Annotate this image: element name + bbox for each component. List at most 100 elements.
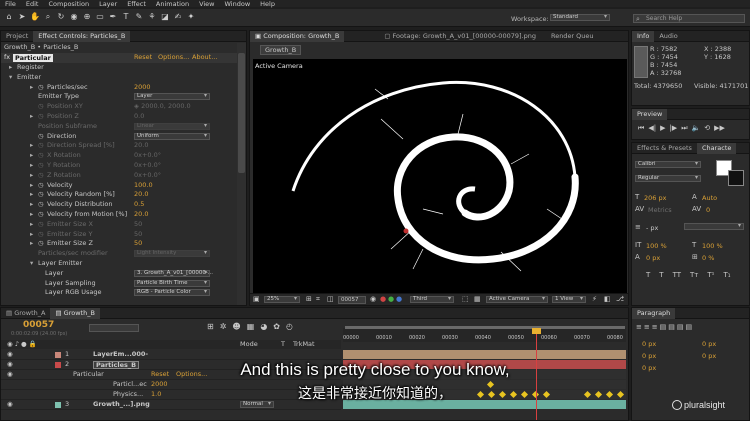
puppet-tool-icon[interactable]: ✦	[186, 12, 196, 22]
effect-property-value[interactable]: 0x+0.0°	[134, 171, 161, 181]
subscript-icon[interactable]: T₁	[723, 271, 730, 279]
effect-property-row[interactable]: Layer 3. Growth_A_v01_[00000-...	[1, 269, 236, 279]
camera-tool-icon[interactable]: ◉	[69, 12, 79, 22]
effect-property-value[interactable]: 100.0	[134, 181, 153, 191]
play-icon[interactable]: ▶	[660, 124, 665, 133]
menu-composition[interactable]: Composition	[43, 0, 94, 8]
expand-triangle-icon[interactable]: ▸	[30, 161, 33, 171]
tab-audio[interactable]: Audio	[654, 31, 682, 42]
expand-triangle-icon[interactable]: ▸	[30, 141, 33, 151]
effect-property-value[interactable]: ◈ 2000.0, 2000.0	[134, 102, 191, 112]
effect-property-row[interactable]: Layer Sampling Particle Birth Time	[1, 279, 236, 289]
roto-tool-icon[interactable]: ✍	[173, 12, 183, 22]
selection-tool-icon[interactable]: ➤	[17, 12, 27, 22]
time-ruler[interactable]: 00000 00010 00020 00030 00040 00050 00060 00070…	[343, 328, 626, 342]
justify-left-icon[interactable]: ▤	[660, 323, 667, 331]
work-area-bar[interactable]	[345, 326, 625, 329]
snapshot-icon[interactable]: ◫	[327, 295, 334, 303]
expand-triangle-icon[interactable]: ▸	[30, 181, 33, 191]
tab-footage[interactable]: ▢ Footage: Growth_A_v01_[00000-00079].pn…	[344, 31, 541, 42]
stopwatch-icon[interactable]: ◷	[38, 132, 44, 142]
effect-property-row[interactable]: ▸ ◷ Position Z 0.0	[1, 112, 236, 122]
tsume-value[interactable]: 0 %	[702, 254, 714, 262]
menu-layer[interactable]: Layer	[94, 0, 122, 8]
stopwatch-icon[interactable]: ◷	[38, 200, 44, 210]
channel-green-icon[interactable]: ●	[388, 295, 394, 303]
effect-property-row[interactable]: ◷ Direction Uniform	[1, 132, 236, 142]
indent-right-value[interactable]: 0 px	[702, 340, 716, 348]
align-right-icon[interactable]: ≡	[652, 323, 658, 331]
effect-about-link[interactable]: About...	[192, 53, 217, 63]
stroke-style-dropdown[interactable]	[684, 223, 744, 230]
stopwatch-icon[interactable]: ◷	[38, 102, 44, 112]
zoom-tool-icon[interactable]: ⌕	[43, 12, 53, 22]
kerning-value[interactable]: Metrics	[648, 206, 672, 214]
expand-triangle-icon[interactable]: ▸	[30, 151, 33, 161]
clone-tool-icon[interactable]: ⚘	[147, 12, 157, 22]
effect-property-dropdown[interactable]: Particle Birth Time	[134, 279, 210, 287]
justify-center-icon[interactable]: ▤	[668, 323, 675, 331]
effect-options-link[interactable]: Options...	[158, 53, 189, 63]
expand-triangle-icon[interactable]: ▾	[30, 259, 33, 269]
effect-property-row[interactable]: ▸ ◷ Velocity Random [%] 20.0	[1, 190, 236, 200]
effect-property-row[interactable]: ▸ ◷ Emitter Size Y 50	[1, 230, 236, 240]
tracking-value[interactable]: 0	[706, 206, 710, 214]
effect-property-dropdown[interactable]: RGB - Particle Color	[134, 289, 210, 297]
tab-effect-controls[interactable]: Effect Controls: Particles_B	[33, 31, 131, 42]
last-frame-icon[interactable]: ⏭	[681, 124, 687, 133]
fast-preview-icon[interactable]: ⚡	[592, 295, 597, 303]
vscale-value[interactable]: 100 %	[646, 242, 667, 250]
viewer-subtab[interactable]: Growth_B	[260, 45, 302, 55]
loop-icon[interactable]: ⟲	[704, 124, 710, 133]
brush-tool-icon[interactable]: ✎	[134, 12, 144, 22]
effect-property-dropdown[interactable]: Uniform	[134, 132, 210, 140]
indent-value[interactable]: - px	[646, 224, 658, 232]
effect-name-box[interactable]: Particular	[13, 54, 53, 62]
superscript-icon[interactable]: T¹	[707, 271, 714, 279]
effect-property-row[interactable]: Position Subframe Linear	[1, 122, 236, 132]
expand-triangle-icon[interactable]: ▸	[30, 190, 33, 200]
align-left-icon[interactable]: ≡	[636, 323, 642, 331]
stopwatch-icon[interactable]: ◷	[38, 141, 44, 151]
effect-property-dropdown[interactable]: Light Intensity	[134, 250, 210, 258]
effect-controls-scrollbar[interactable]	[237, 43, 246, 305]
home-tool-icon[interactable]: ⌂	[4, 12, 14, 22]
effect-property-row[interactable]: ▸ Register	[1, 63, 236, 73]
effect-property-row[interactable]: ▸ ◷ Velocity Distribution 0.5	[1, 200, 236, 210]
first-frame-icon[interactable]: ⏮	[638, 124, 644, 133]
hscale-value[interactable]: 100 %	[702, 242, 723, 250]
effect-property-value[interactable]: 20.0	[134, 141, 148, 151]
tab-effects-presets[interactable]: Effects & Presets	[632, 143, 697, 154]
comp-mini-flowchart-icon[interactable]: ⊞	[207, 322, 214, 331]
motion-blur-icon[interactable]: ◕	[260, 322, 267, 331]
effect-property-dropdown[interactable]: Layer	[134, 93, 210, 101]
small-caps-icon[interactable]: Tᴛ	[690, 271, 698, 279]
effect-property-value[interactable]: 0x+0.0°	[134, 151, 161, 161]
font-family-dropdown[interactable]: Calibri	[635, 161, 701, 168]
space-before-value[interactable]: 0 px	[642, 352, 656, 360]
effect-property-value[interactable]: 50	[134, 239, 142, 249]
timeline-search[interactable]	[89, 324, 139, 332]
draft-3d-icon[interactable]: ✲	[220, 322, 227, 331]
channel-blue-icon[interactable]: ●	[396, 295, 402, 303]
stopwatch-icon[interactable]: ◷	[38, 230, 44, 240]
tab-growth-a[interactable]: ▤ Growth_A	[1, 308, 50, 319]
pan-behind-tool-icon[interactable]: ⊕	[82, 12, 92, 22]
expand-triangle-icon[interactable]: ▸	[30, 112, 33, 122]
roi-icon[interactable]: ⬚	[462, 295, 469, 303]
effect-property-value[interactable]: 20.0	[134, 190, 148, 200]
rotation-tool-icon[interactable]: ↻	[56, 12, 66, 22]
menu-edit[interactable]: Edit	[21, 0, 44, 8]
expand-triangle-icon[interactable]: ▸	[30, 200, 33, 210]
tab-render-queue[interactable]: Render Queu	[541, 31, 599, 42]
stopwatch-icon[interactable]: ◷	[38, 181, 44, 191]
first-line-indent-value[interactable]: 0 px	[702, 352, 716, 360]
expand-triangle-icon[interactable]: ▸	[30, 171, 33, 181]
stopwatch-icon[interactable]: ◷	[38, 112, 44, 122]
timeline-toggle-icon[interactable]: ◧	[604, 295, 611, 303]
composition-canvas[interactable]: Active Camera	[253, 59, 627, 293]
layer-label-color[interactable]	[55, 352, 61, 358]
effect-property-row[interactable]: Particles/sec modifier Light Intensity	[1, 249, 236, 259]
always-preview-icon[interactable]: ▣	[253, 295, 260, 303]
audio-icon[interactable]: 🔈	[692, 124, 701, 133]
